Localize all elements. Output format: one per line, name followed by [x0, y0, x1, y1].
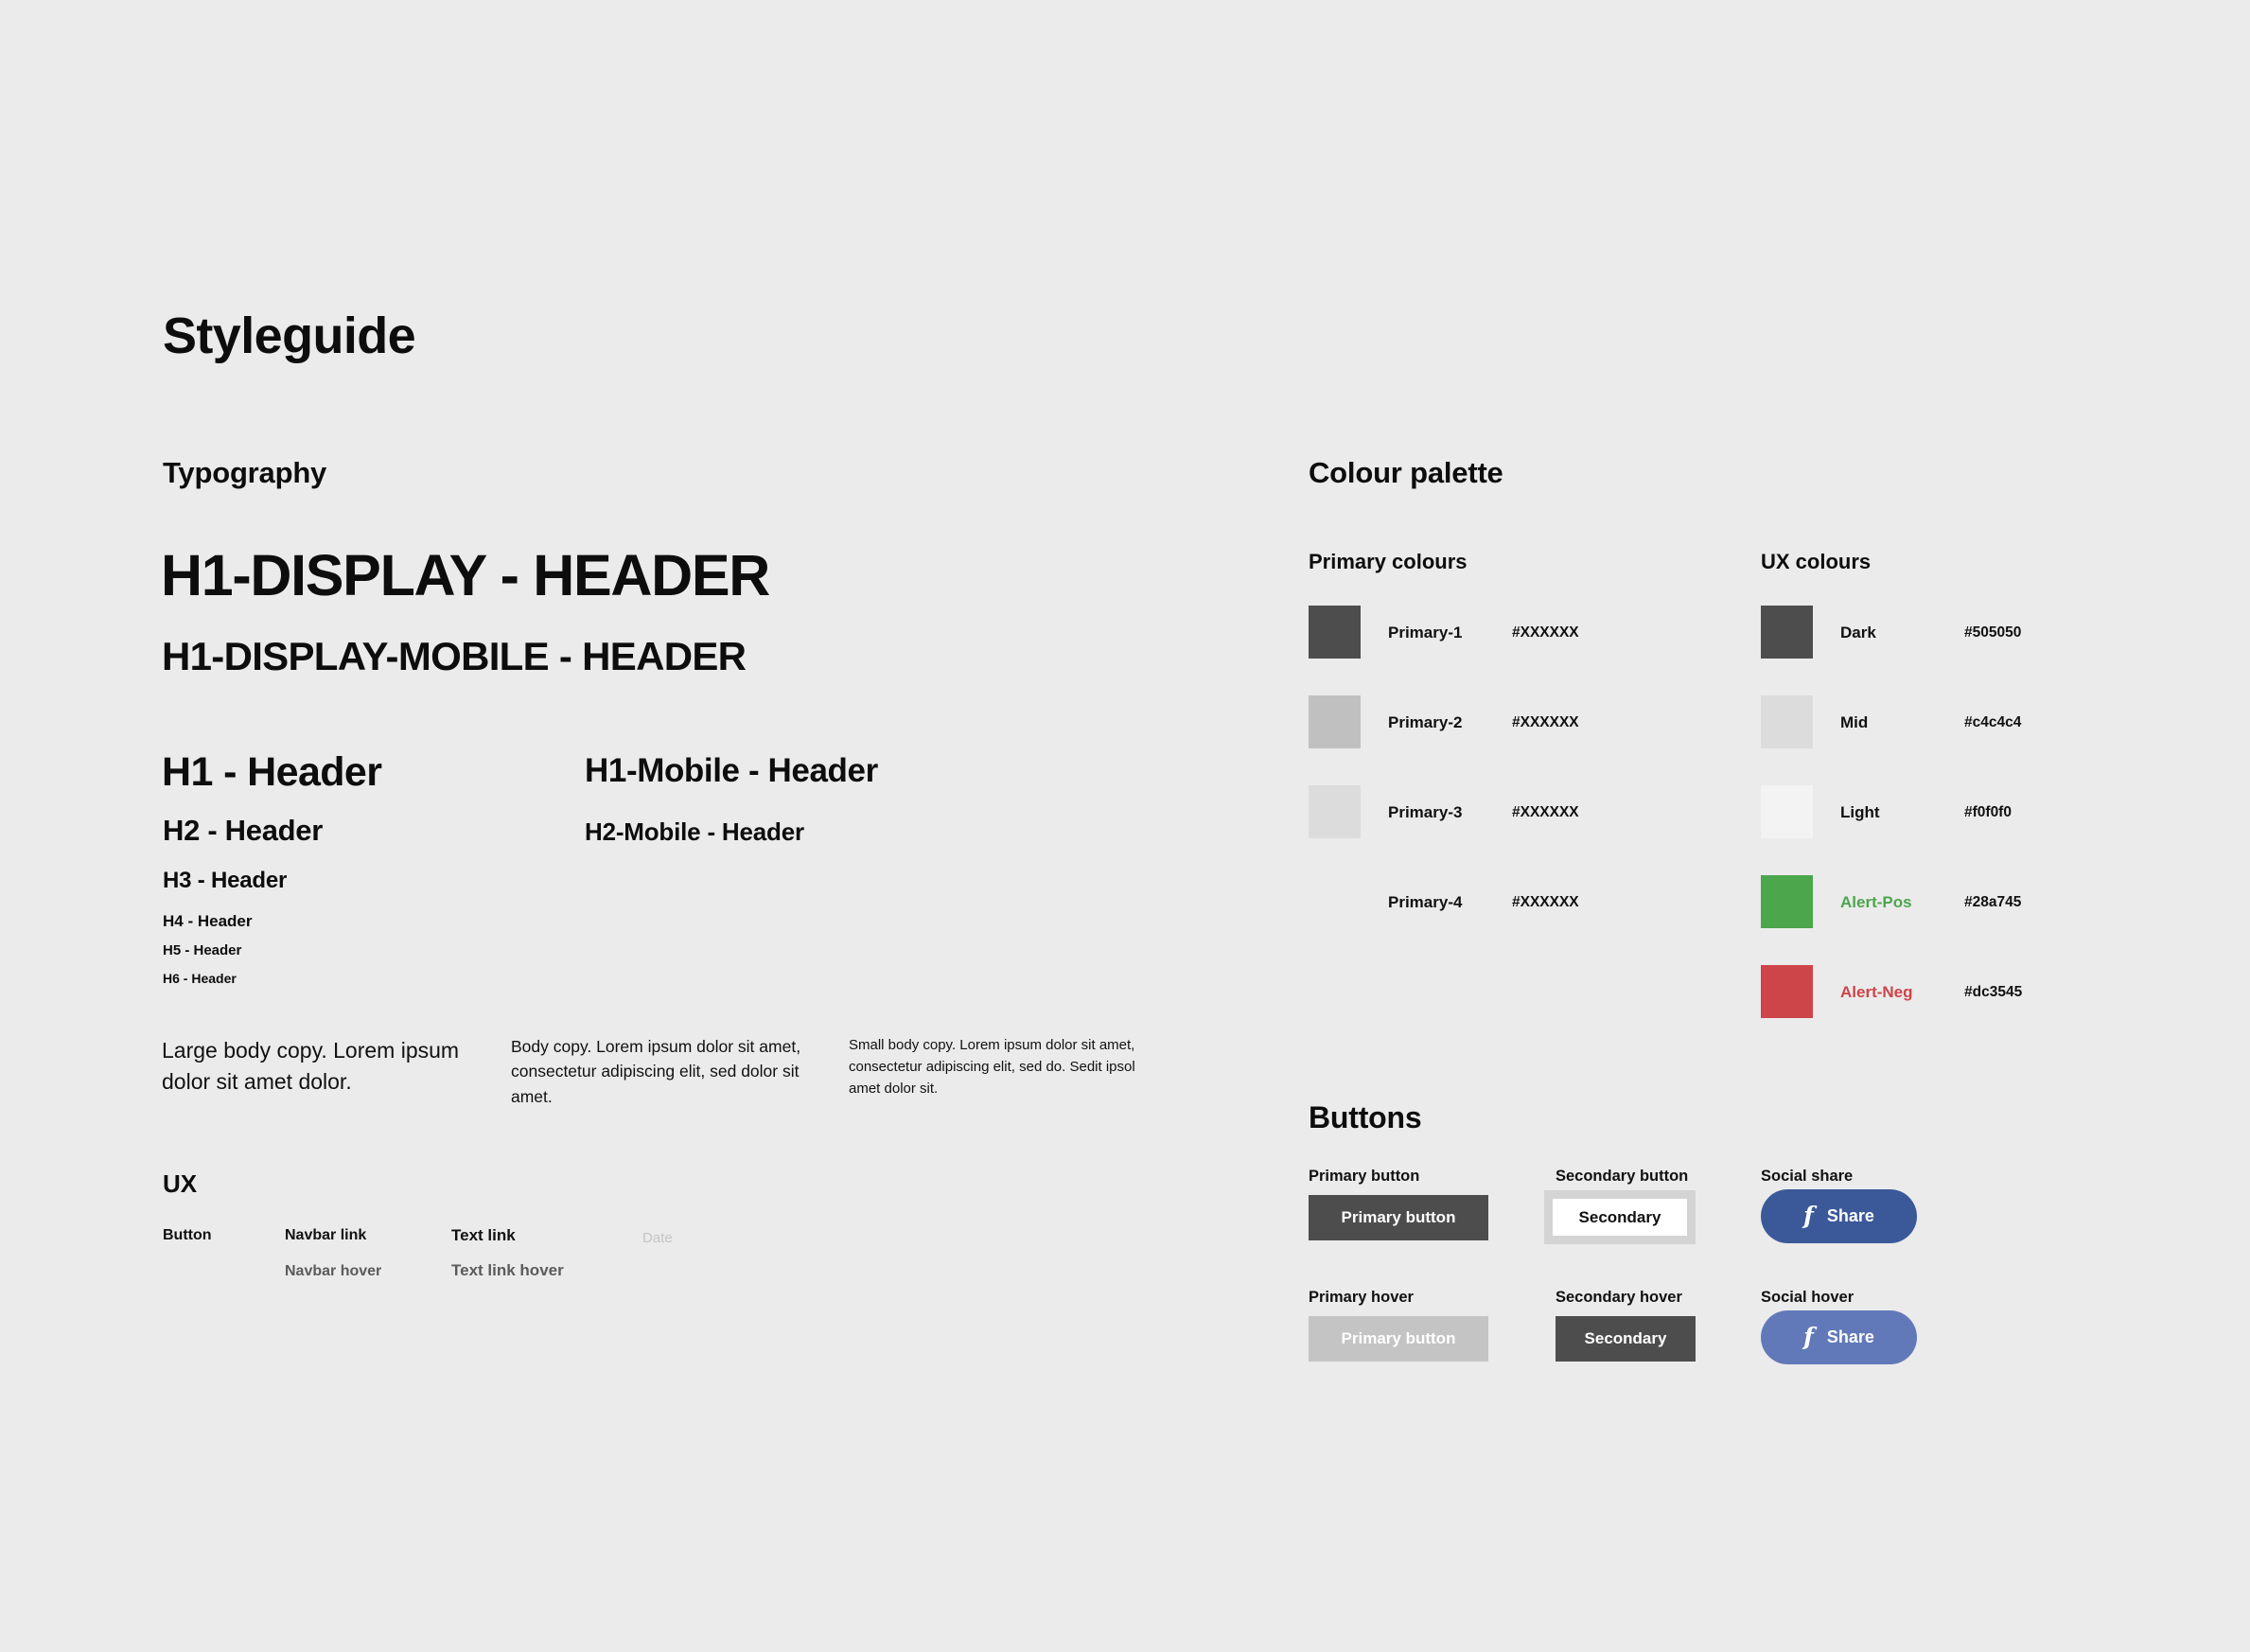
colour-hex: #28a745	[1964, 894, 2022, 910]
social-hover-label: Social hover	[1761, 1289, 1854, 1306]
specimen-h1-display: H1-DISPLAY - HEADER	[161, 543, 770, 607]
colour-hex: #XXXXXX	[1512, 624, 1579, 641]
social-share-button-hover[interactable]: f Share	[1761, 1310, 1917, 1364]
colour-hex: #505050	[1964, 624, 2022, 641]
colour-swatch	[1761, 785, 1813, 838]
social-share-button[interactable]: f Share	[1761, 1189, 1917, 1243]
colour-name: Primary-3	[1388, 803, 1463, 821]
specimen-h3-header: H3 - Header	[163, 868, 288, 893]
specimen-h1-header: H1 - Header	[162, 749, 382, 795]
colour-name: Primary-4	[1388, 893, 1463, 911]
page-title: Styleguide	[163, 308, 416, 364]
colour-hex: #f0f0f0	[1964, 804, 2012, 820]
colour-hex: #c4c4c4	[1964, 714, 2022, 730]
ux-section-heading: UX	[163, 1169, 198, 1198]
ux-text-link-hover[interactable]: Text link hover	[451, 1262, 564, 1278]
body-copy-small: Small body copy. Lorem ipsum dolor sit a…	[849, 1037, 1135, 1097]
ux-text-link[interactable]: Text link	[451, 1227, 516, 1243]
social-share-label: Social share	[1761, 1168, 1854, 1185]
ux-sample-button[interactable]: Button	[163, 1228, 212, 1243]
colour-hex: #XXXXXX	[1512, 894, 1579, 910]
primary-button-hover[interactable]: Primary button	[1309, 1316, 1488, 1362]
secondary-button-label: Secondary button	[1556, 1168, 1689, 1185]
ux-colours-heading: UX colours	[1761, 550, 1872, 573]
primary-hover-label: Primary hover	[1309, 1289, 1414, 1306]
buttons-section-heading: Buttons	[1309, 1100, 1422, 1134]
typography-section-heading: Typography	[163, 456, 327, 489]
primary-button[interactable]: Primary button	[1309, 1195, 1488, 1240]
primary-button-label: Primary button	[1309, 1168, 1420, 1185]
specimen-h2-header: H2 - Header	[163, 814, 323, 847]
colour-swatch	[1309, 785, 1361, 838]
body-copy-large: Large body copy. Lorem ipsum dolor sit a…	[162, 1038, 460, 1094]
colour-swatch	[1309, 695, 1361, 748]
colour-swatch	[1761, 875, 1813, 928]
colour-palette-section-heading: Colour palette	[1309, 456, 1503, 489]
specimen-h1-display-mobile: H1-DISPLAY-MOBILE - HEADER	[162, 634, 747, 678]
social-hover-button-label: Share	[1826, 1327, 1874, 1346]
colour-name: Primary-1	[1388, 624, 1463, 641]
colour-hex: #dc3545	[1964, 984, 2023, 1000]
secondary-button[interactable]: Secondary	[1544, 1190, 1696, 1244]
colour-swatch	[1761, 965, 1813, 1018]
body-copy-regular: Body copy. Lorem ipsum dolor sit amet, c…	[511, 1037, 801, 1106]
ux-navbar-link-hover[interactable]: Navbar hover	[285, 1264, 381, 1279]
primary-colours-heading: Primary colours	[1309, 550, 1468, 573]
colour-name: Alert-Neg	[1840, 983, 1913, 1001]
colour-name: Primary-2	[1388, 713, 1463, 731]
colour-hex: #XXXXXX	[1512, 804, 1579, 820]
colour-name: Mid	[1840, 713, 1869, 731]
specimen-h4-header: H4 - Header	[163, 912, 253, 930]
ux-navbar-link[interactable]: Navbar link	[285, 1228, 366, 1243]
facebook-icon: f	[1803, 1202, 1814, 1229]
specimen-h2-mobile-header: H2-Mobile - Header	[585, 817, 804, 846]
colour-swatch	[1309, 606, 1361, 659]
colour-swatch	[1761, 606, 1813, 659]
colour-name: Alert-Pos	[1840, 893, 1912, 911]
secondary-hover-label: Secondary hover	[1556, 1289, 1682, 1306]
facebook-icon: f	[1803, 1323, 1814, 1350]
specimen-h6-header: H6 - Header	[163, 971, 237, 986]
colour-swatch	[1761, 695, 1813, 748]
colour-name: Light	[1840, 803, 1880, 821]
specimen-h1-mobile-header: H1-Mobile - Header	[585, 752, 878, 789]
colour-hex: #XXXXXX	[1512, 714, 1579, 730]
secondary-button-hover[interactable]: Secondary	[1556, 1316, 1696, 1362]
styleguide-page: Styleguide Typography H1-DISPLAY - HEADE…	[0, 0, 2250, 1652]
specimen-h5-header: H5 - Header	[163, 942, 242, 958]
colour-name: Dark	[1840, 624, 1876, 641]
ux-date-label: Date	[642, 1230, 673, 1246]
social-share-button-label: Share	[1826, 1206, 1874, 1225]
